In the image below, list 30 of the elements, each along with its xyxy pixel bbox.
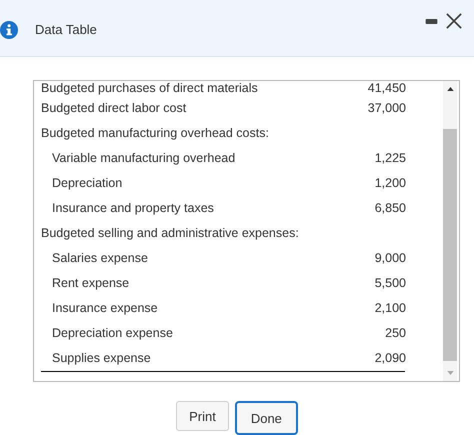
- amount-cell: 41,450: [368, 81, 406, 95]
- close-icon[interactable]: [446, 13, 462, 29]
- amount-cell: 37,000: [368, 100, 406, 114]
- row-label: Budgeted direct labor cost: [41, 100, 188, 114]
- row-label: Variable manufacturing overhead: [51, 150, 236, 164]
- amount-cell: 2,090: [374, 350, 406, 364]
- amount-cell: 250: [385, 326, 406, 340]
- dialog-button[interactable]: Print: [176, 401, 229, 431]
- window-title: Data Table: [35, 22, 97, 37]
- section-heading: Budgeted manufacturing overhead costs:: [41, 126, 270, 140]
- row-label: Insurance and property taxes: [51, 200, 215, 214]
- scrollbar[interactable]: [443, 81, 457, 381]
- row-label: Insurance expense: [51, 300, 159, 314]
- row-label: Depreciation expense: [51, 326, 174, 340]
- row-label: Supplies expense: [51, 350, 152, 364]
- amount-cell: 2,100: [374, 300, 406, 314]
- row-label: Budgeted purchases of direct materials: [41, 81, 259, 95]
- amount-cell: 1,225: [374, 150, 406, 164]
- row-label: Depreciation: [51, 176, 124, 190]
- amount-cell: 5,500: [374, 276, 406, 290]
- minimize-icon[interactable]: [425, 18, 438, 24]
- amount-cell: 6,850: [374, 200, 406, 214]
- info-icon: [0, 20, 18, 38]
- amount-cell: 9,000: [374, 250, 406, 264]
- dialog-button[interactable]: Done: [234, 401, 298, 435]
- amount-cell: 1,200: [374, 176, 406, 190]
- scroll-up-icon[interactable]: [446, 87, 454, 91]
- row-label: Salaries expense: [51, 250, 149, 264]
- row-label: Rent expense: [51, 276, 130, 290]
- section-heading: Budgeted selling and administrative expenses:: [41, 226, 300, 240]
